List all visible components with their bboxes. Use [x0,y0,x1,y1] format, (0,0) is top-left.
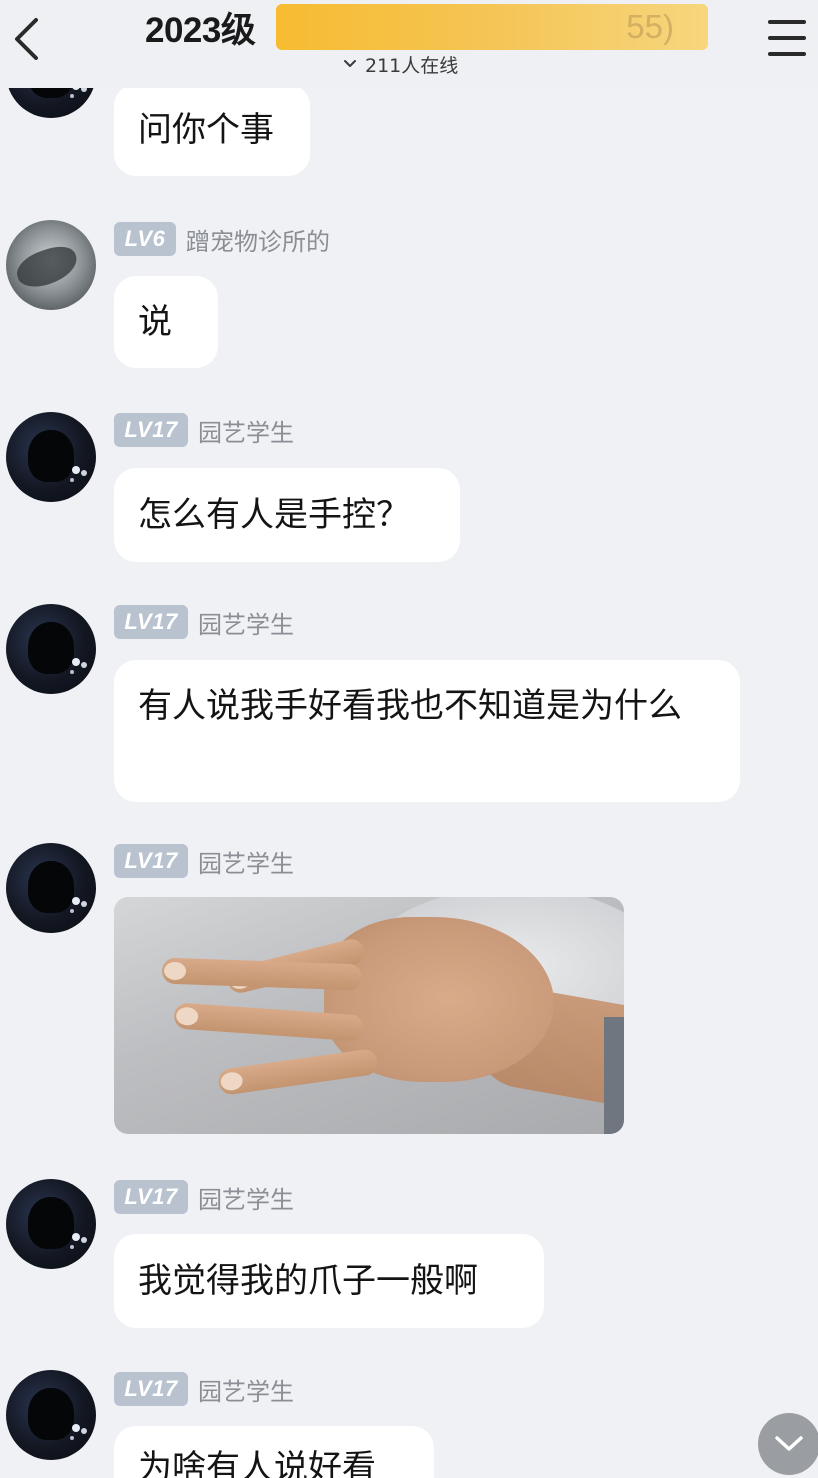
message-text: 怎么有人是手控？ [138,495,410,535]
message-text: 有人说我手好看我也不知道是为什么 [138,686,682,726]
sender-nickname[interactable]: 园艺学生 [198,1180,294,1215]
sender-nickname[interactable]: 园艺学生 [198,844,294,879]
group-title-text: 2023级 [145,10,256,50]
chevron-left-icon [15,18,38,60]
sender-meta: LV17 园艺学生 [114,843,294,879]
message-bubble[interactable]: 有人说我手好看我也不知道是为什么 [114,660,740,802]
message-text: 我觉得我的爪子一般啊 [138,1261,478,1301]
menu-button[interactable] [768,20,810,56]
level-badge: LV17 [114,605,188,639]
redacted-title-tail: 55) [626,8,674,45]
group-title[interactable]: 2023级 [145,4,256,50]
hamburger-menu-icon [768,20,806,24]
scroll-to-bottom-button[interactable] [758,1413,818,1475]
level-badge: LV17 [114,1372,188,1406]
level-badge: LV17 [114,1180,188,1214]
chevron-down-icon [344,60,356,67]
chat-header: 2023级 55) 211人在线 [0,0,818,88]
sender-meta: LV17 园艺学生 [114,1179,294,1215]
sender-meta: LV17 园艺学生 [114,1371,294,1407]
avatar[interactable] [6,1179,96,1269]
avatar[interactable] [6,1370,96,1460]
avatar[interactable] [6,843,96,933]
message-bubble[interactable]: 问你个事 [114,84,310,176]
message-text: 问你个事 [138,110,274,150]
level-badge: LV17 [114,844,188,878]
sender-nickname[interactable]: 蹭宠物诊所的 [186,222,330,257]
online-count-text: 211人在线 [365,54,459,77]
avatar[interactable] [6,220,96,310]
sender-nickname[interactable]: 园艺学生 [198,605,294,640]
back-button[interactable] [6,14,46,64]
sender-meta: LV17 园艺学生 [114,412,294,448]
sender-meta: LV17 园艺学生 [114,604,294,640]
level-badge: LV17 [114,413,188,447]
sender-nickname[interactable]: 园艺学生 [198,1372,294,1407]
level-badge: LV6 [114,222,176,256]
message-bubble[interactable]: 为啥有人说好看 [114,1426,434,1478]
redaction-mask: 55) [276,4,708,50]
message-bubble[interactable]: 我觉得我的爪子一般啊 [114,1234,544,1328]
sender-nickname[interactable]: 园艺学生 [198,413,294,448]
hand-photo[interactable] [114,897,624,1134]
message-text: 为啥有人说好看 [138,1448,376,1478]
message-bubble[interactable]: 怎么有人是手控？ [114,468,460,562]
avatar[interactable] [6,604,96,694]
chevron-down-icon [775,1436,803,1451]
online-count[interactable]: 211人在线 [343,52,459,77]
avatar[interactable] [6,412,96,502]
message-bubble[interactable]: 说 [114,276,218,368]
sender-meta: LV6 蹭宠物诊所的 [114,221,330,257]
message-text: 说 [138,302,172,342]
